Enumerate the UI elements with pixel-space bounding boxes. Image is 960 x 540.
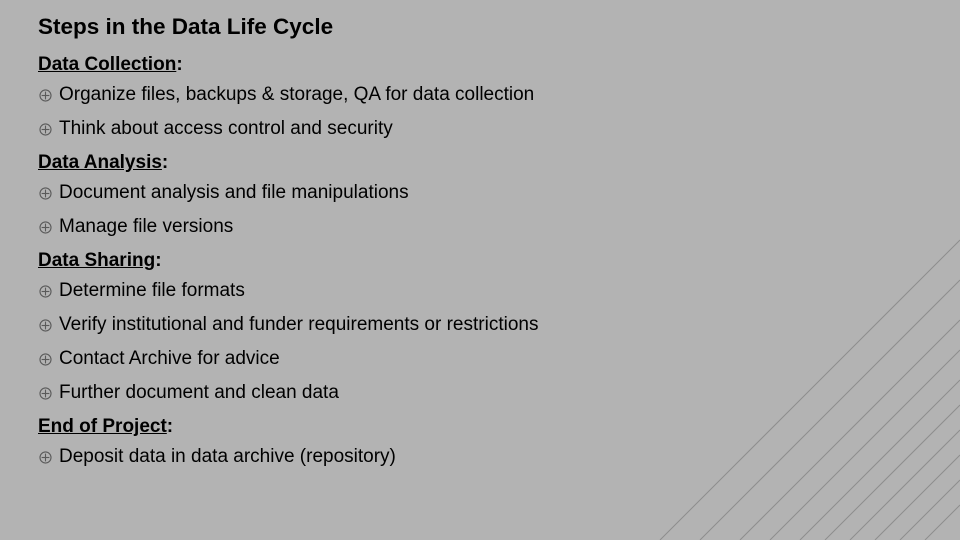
bullet-icon xyxy=(38,386,53,401)
bullet-icon xyxy=(38,318,53,333)
section-heading: End of Project: xyxy=(38,416,960,438)
list-item: Organize files, backups & storage, QA fo… xyxy=(38,84,960,106)
list-item-text: Contact Archive for advice xyxy=(59,348,280,370)
list-item-text: Organize files, backups & storage, QA fo… xyxy=(59,84,534,106)
bullet-icon xyxy=(38,88,53,103)
bullet-icon xyxy=(38,186,53,201)
section-heading: Data Sharing: xyxy=(38,250,960,272)
section-heading: Data Analysis: xyxy=(38,152,960,174)
bullet-icon xyxy=(38,450,53,465)
bullet-icon xyxy=(38,122,53,137)
list-item-text: Think about access control and security xyxy=(59,118,393,140)
bullet-icon xyxy=(38,352,53,367)
list-item-text: Determine file formats xyxy=(59,280,245,302)
list-item: Document analysis and file manipulations xyxy=(38,182,960,204)
slide: Steps in the Data Life Cycle Data Collec… xyxy=(0,0,960,540)
list-item-text: Deposit data in data archive (repository… xyxy=(59,446,396,468)
list-item-text: Document analysis and file manipulations xyxy=(59,182,409,204)
slide-title: Steps in the Data Life Cycle xyxy=(38,14,960,40)
list-item: Contact Archive for advice xyxy=(38,348,960,370)
bullet-icon xyxy=(38,220,53,235)
list-item-text: Verify institutional and funder requirem… xyxy=(59,314,538,336)
list-item: Verify institutional and funder requirem… xyxy=(38,314,960,336)
bullet-icon xyxy=(38,284,53,299)
list-item: Manage file versions xyxy=(38,216,960,238)
list-item: Further document and clean data xyxy=(38,382,960,404)
list-item-text: Manage file versions xyxy=(59,216,233,238)
list-item-text: Further document and clean data xyxy=(59,382,339,404)
list-item: Think about access control and security xyxy=(38,118,960,140)
list-item: Deposit data in data archive (repository… xyxy=(38,446,960,468)
section-heading: Data Collection: xyxy=(38,54,960,76)
list-item: Determine file formats xyxy=(38,280,960,302)
